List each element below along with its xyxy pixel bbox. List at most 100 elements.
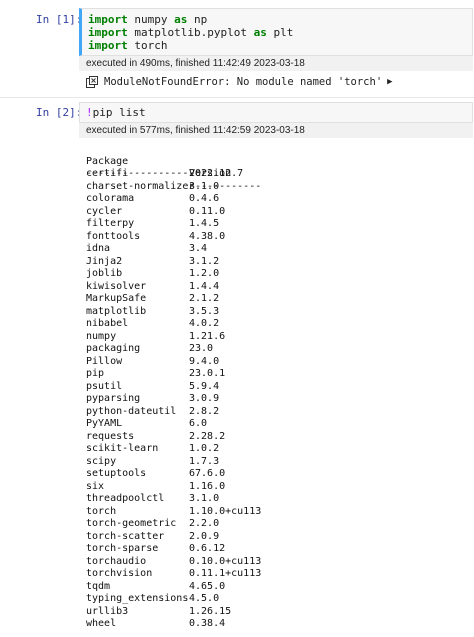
package-version: 3.1.0 <box>189 180 220 192</box>
package-name: MarkupSafe <box>86 293 147 304</box>
package-row: filterpy 1.4.5 <box>86 218 219 231</box>
package-row: numpy 1.21.6 <box>86 330 225 344</box>
package-version: 9.4.0 <box>189 355 220 367</box>
package-version: 3.4 <box>189 243 208 254</box>
package-row: threadpoolctl 3.1.0 <box>86 493 219 506</box>
package-row: scipy 1.7.3 <box>86 455 219 469</box>
package-version: 2.2.0 <box>189 518 220 529</box>
table-header: Package Version <box>86 143 231 180</box>
expand-triangle-icon[interactable]: ▶ <box>387 77 392 87</box>
package-version: 3.1.2 <box>189 255 220 267</box>
package-name: Jinja2 <box>86 255 123 267</box>
package-row: kiwisolver 1.4.4 <box>86 281 219 294</box>
package-name: scipy <box>86 455 117 467</box>
package-row: setuptools 67.6.0 <box>86 468 225 481</box>
execution-status: executed in 577ms, finished 11:42:59 202… <box>86 125 305 136</box>
error-icon <box>86 76 98 88</box>
package-version: 23.0 <box>189 343 214 354</box>
package-row: psutil 5.9.4 <box>86 380 219 394</box>
package-version: 67.6.0 <box>189 468 226 479</box>
package-version: 0.4.6 <box>189 193 220 204</box>
package-name: filterpy <box>86 218 135 229</box>
package-version: 1.10.0+cu113 <box>189 505 262 517</box>
package-name: torch-sparse <box>86 543 159 554</box>
package-name: PyYAML <box>86 418 123 429</box>
package-name: torch <box>86 505 117 517</box>
package-version: 2022.12.7 <box>189 168 244 179</box>
package-version: 5.9.4 <box>189 380 220 392</box>
package-row: pip 23.0.1 <box>86 368 225 381</box>
execution-status: executed in 490ms, finished 11:42:49 202… <box>86 58 305 69</box>
package-name: pip <box>86 368 105 379</box>
package-name: torchvision <box>86 568 153 579</box>
package-name: threadpoolctl <box>86 493 165 504</box>
package-version: 1.26.15 <box>189 605 232 617</box>
package-name: torch-scatter <box>86 530 165 542</box>
package-row: six 1.16.0 <box>86 480 225 494</box>
package-version: 2.8.2 <box>189 405 220 417</box>
package-row: torch-sparse 0.6.12 <box>86 543 225 556</box>
package-version: 0.11.1+cu113 <box>189 568 262 579</box>
table-separator: ------------------ ------------ <box>86 168 262 192</box>
package-name: fonttools <box>86 230 141 242</box>
package-version: 4.65.0 <box>189 580 226 592</box>
package-version: 2.1.2 <box>189 293 220 304</box>
package-name: scikit-learn <box>86 443 159 454</box>
package-name: setuptools <box>86 468 147 479</box>
package-row: idna 3.4 <box>86 243 207 256</box>
code-line: import torch <box>88 39 168 52</box>
package-version: 3.5.3 <box>189 305 220 317</box>
package-row: cycler 0.11.0 <box>86 206 225 219</box>
package-name: charset-normalizer <box>86 180 195 192</box>
code-line: import numpy as np <box>88 13 208 26</box>
package-version: 1.0.2 <box>189 443 220 454</box>
package-version: 2.28.2 <box>189 430 226 442</box>
code-cell-2[interactable]: In [2]: !pip list executed in 577ms, fin… <box>0 97 474 637</box>
package-row: python-dateutil 2.8.2 <box>86 406 219 419</box>
package-version: 0.10.0+cu113 <box>189 555 262 567</box>
package-name: psutil <box>86 380 123 392</box>
code-line: !pip list <box>86 106 146 119</box>
package-row: matplotlib 3.5.3 <box>86 306 219 319</box>
package-version: 4.0.2 <box>189 318 220 329</box>
package-row: urllib3 1.26.15 <box>86 606 231 619</box>
package-version: 1.21.6 <box>189 330 226 342</box>
package-row: tqdm 4.65.0 <box>86 580 225 594</box>
package-name: torch-geometric <box>86 518 177 529</box>
package-row: PyYAML 6.0 <box>86 418 207 431</box>
package-version: 1.2.0 <box>189 268 220 279</box>
package-version: 4.5.0 <box>189 593 220 604</box>
package-name: requests <box>86 430 135 442</box>
package-name: idna <box>86 243 111 254</box>
package-name: certifi <box>86 168 129 179</box>
package-row: colorama 0.4.6 <box>86 193 219 206</box>
package-name: torchaudio <box>86 555 147 567</box>
package-version: 1.16.0 <box>189 480 226 492</box>
package-row: packaging 23.0 <box>86 343 213 356</box>
package-version: 4.38.0 <box>189 230 226 242</box>
package-version: 0.6.12 <box>189 543 226 554</box>
package-name: Pillow <box>86 355 123 367</box>
package-row: Jinja2 3.1.2 <box>86 255 219 269</box>
package-name: numpy <box>86 330 117 342</box>
code-cell-1[interactable]: In [1]: import numpy as np import matplo… <box>0 0 474 97</box>
package-row: joblib 1.2.0 <box>86 268 219 281</box>
package-name: packaging <box>86 343 141 354</box>
package-row: MarkupSafe 2.1.2 <box>86 293 219 306</box>
error-output[interactable]: ModuleNotFoundError: No module named 'to… <box>86 76 393 88</box>
package-row: scikit-learn 1.0.2 <box>86 443 219 456</box>
package-version: 3.0.9 <box>189 393 220 404</box>
package-name: six <box>86 480 105 492</box>
package-version: 3.1.0 <box>189 493 220 504</box>
package-row: requests 2.28.2 <box>86 431 225 444</box>
package-version: 1.7.3 <box>189 455 220 467</box>
package-name: tqdm <box>86 580 111 592</box>
package-row: torch 1.10.0+cu113 <box>86 505 261 519</box>
package-name: joblib <box>86 268 123 279</box>
cell-prompt: In [2]: <box>36 106 83 119</box>
code-editor[interactable]: import numpy as np import matplotlib.pyp… <box>79 8 473 56</box>
package-name: typing_extensions <box>86 593 189 604</box>
cell-prompt: In [1]: <box>36 13 83 26</box>
code-line: import matplotlib.pyplot as plt <box>88 26 294 39</box>
code-editor[interactable]: !pip list <box>79 102 473 123</box>
